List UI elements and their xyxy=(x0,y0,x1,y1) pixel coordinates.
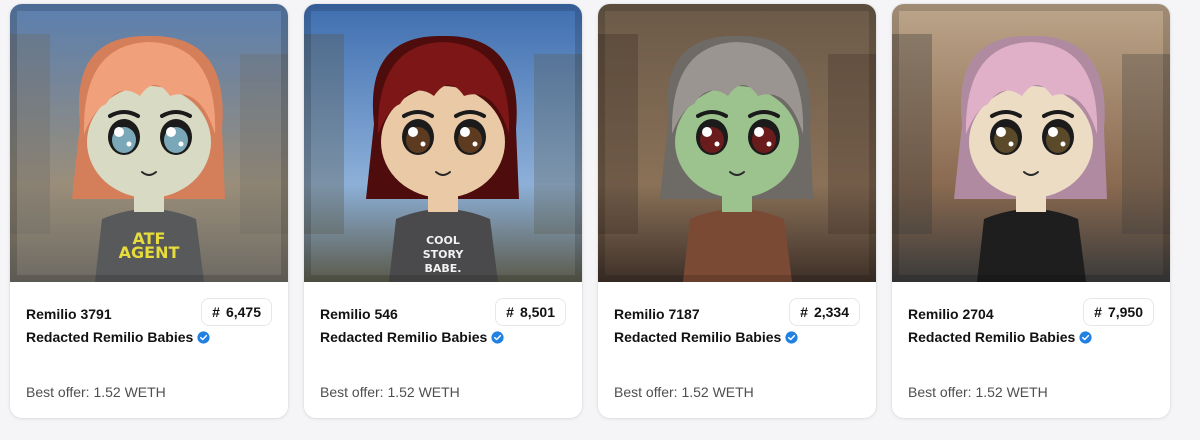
nft-card-info: Remilio 3791 # 6,475 Redacted Remilio Ba… xyxy=(10,282,288,418)
best-offer-text: Best offer: 1.52 WETH xyxy=(614,384,754,400)
rarity-rank-value: 2,334 xyxy=(813,304,849,320)
hash-icon: # xyxy=(800,304,808,320)
rarity-rank-badge[interactable]: # 2,334 xyxy=(789,298,860,326)
rarity-rank-badge[interactable]: # 6,475 xyxy=(201,298,272,326)
nft-card[interactable]: ATF AGENT Remilio 3791 # 6,475 Redacted R… xyxy=(10,4,288,418)
verified-check-icon xyxy=(197,330,210,344)
character-art: COOLSTORYBABE. xyxy=(304,4,582,282)
character-art xyxy=(892,4,1170,282)
nft-image[interactable] xyxy=(892,4,1170,282)
nft-name[interactable]: Remilio 546 xyxy=(320,306,398,322)
rarity-rank-badge[interactable]: # 8,501 xyxy=(495,298,566,326)
verified-check-icon xyxy=(1079,330,1092,344)
nft-card-info: Remilio 2704 # 7,950 Redacted Remilio Ba… xyxy=(892,282,1170,418)
collection-link[interactable]: Redacted Remilio Babies xyxy=(614,329,798,345)
hash-icon: # xyxy=(212,304,220,320)
verified-check-icon xyxy=(491,330,504,344)
collection-name: Redacted Remilio Babies xyxy=(26,329,194,345)
nft-name[interactable]: Remilio 2704 xyxy=(908,306,994,322)
hash-icon: # xyxy=(1094,304,1102,320)
nft-image[interactable] xyxy=(598,4,876,282)
nft-name[interactable]: Remilio 7187 xyxy=(614,306,700,322)
nft-grid: ATF AGENT Remilio 3791 # 6,475 Redacted R… xyxy=(10,4,1172,420)
collection-link[interactable]: Redacted Remilio Babies xyxy=(26,329,210,345)
svg-text:AGENT: AGENT xyxy=(119,243,180,262)
collection-link[interactable]: Redacted Remilio Babies xyxy=(908,329,1092,345)
hash-icon: # xyxy=(506,304,514,320)
best-offer-text: Best offer: 1.52 WETH xyxy=(26,384,166,400)
character-art xyxy=(598,4,876,282)
collection-link[interactable]: Redacted Remilio Babies xyxy=(320,329,504,345)
nft-card-info: Remilio 546 # 8,501 Redacted Remilio Bab… xyxy=(304,282,582,418)
nft-card[interactable]: Remilio 7187 # 2,334 Redacted Remilio Ba… xyxy=(598,4,876,418)
nft-name[interactable]: Remilio 3791 xyxy=(26,306,112,322)
best-offer-text: Best offer: 1.52 WETH xyxy=(908,384,1048,400)
collection-name: Redacted Remilio Babies xyxy=(320,329,488,345)
rarity-rank-badge[interactable]: # 7,950 xyxy=(1083,298,1154,326)
collection-name: Redacted Remilio Babies xyxy=(908,329,1076,345)
nft-card-info: Remilio 7187 # 2,334 Redacted Remilio Ba… xyxy=(598,282,876,418)
nft-image[interactable]: ATF AGENT xyxy=(10,4,288,282)
rarity-rank-value: 6,475 xyxy=(225,304,261,320)
svg-text:STORY: STORY xyxy=(423,248,465,261)
nft-image[interactable]: COOL STORY BABE. xyxy=(304,4,582,282)
nft-card[interactable]: Remilio 2704 # 7,950 Redacted Remilio Ba… xyxy=(892,4,1170,418)
svg-text:BABE.: BABE. xyxy=(425,262,462,275)
nft-card[interactable]: COOL STORY BABE. Remilio 546 # 8,501 Redac… xyxy=(304,4,582,418)
collection-name: Redacted Remilio Babies xyxy=(614,329,782,345)
svg-text:COOL: COOL xyxy=(426,234,460,247)
character-art: ATFAGENT xyxy=(10,4,288,282)
rarity-rank-value: 7,950 xyxy=(1107,304,1143,320)
verified-check-icon xyxy=(785,330,798,344)
best-offer-text: Best offer: 1.52 WETH xyxy=(320,384,460,400)
rarity-rank-value: 8,501 xyxy=(519,304,555,320)
